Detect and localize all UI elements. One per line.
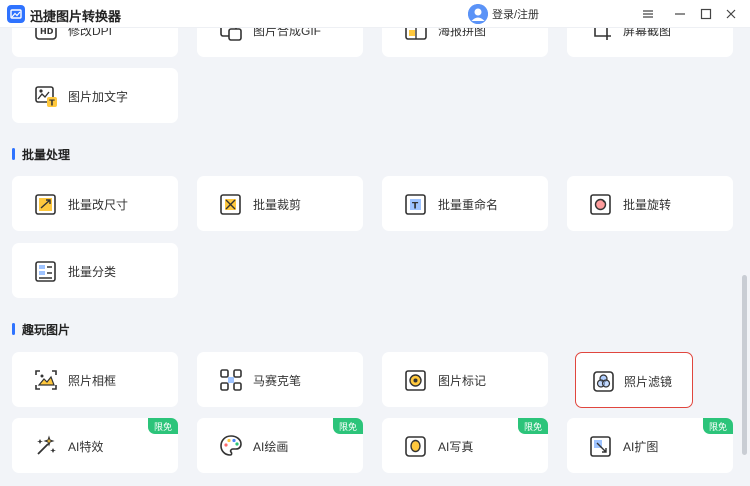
tool-card-label: 批量裁剪 [253,198,302,212]
portrait-icon [404,434,428,458]
tool-card-ai-effect[interactable]: AI特效 限免 [12,418,178,473]
expand-icon [589,434,613,458]
tool-card-ai-painting[interactable]: AI绘画 限免 [197,418,363,473]
menu-icon[interactable] [639,5,657,23]
maximize-icon[interactable] [697,5,715,23]
tool-card-ai-expand[interactable]: AI扩图 限免 [567,418,733,473]
free-badge: 限免 [518,418,548,434]
tool-card-label: 马赛克笔 [253,374,302,388]
tool-card-label: 批量分类 [68,265,117,279]
section-title-fun: 趣玩图片 [12,321,70,338]
tool-card-label: AI扩图 [623,440,659,454]
tool-card-modify-dpi[interactable]: HD 修改DPI [12,28,178,57]
tool-card-label: 照片相框 [68,374,117,388]
main-content: HD 修改DPI 图片合成GIF 海报拼图 屏幕截图 T 图片加文字 批量处理 … [0,28,738,486]
tool-card-label: 照片滤镜 [624,375,673,389]
tool-card-label: 图片加文字 [68,90,129,104]
tool-card-label: AI特效 [68,440,104,454]
tool-card-label: AI写真 [438,440,474,454]
classify-icon [34,259,58,283]
sparkle-icon [34,434,58,458]
svg-text:HD: HD [40,28,54,36]
svg-text:T: T [49,99,55,108]
svg-text:T: T [412,202,419,212]
rename-icon: T [404,192,428,216]
resize-icon [34,192,58,216]
rotate-icon [589,192,613,216]
filter-icon [592,369,616,393]
tool-card-label: 图片标记 [438,374,487,388]
crop-icon [219,192,243,216]
tool-card-batch-rename[interactable]: T 批量重命名 [382,176,548,231]
title-bar: 迅捷图片转换器 登录/注册 [0,0,750,28]
screenshot-icon [589,28,613,42]
tool-card-batch-crop[interactable]: 批量裁剪 [197,176,363,231]
tool-card-photo-frame[interactable]: 照片相框 [12,352,178,407]
tool-card-label: 海报拼图 [438,28,487,38]
app-logo-icon [7,5,25,23]
tool-card-add-text[interactable]: T 图片加文字 [12,68,178,123]
frame-icon [34,368,58,392]
tool-card-image-mark[interactable]: 图片标记 [382,352,548,407]
tool-card-ai-portrait[interactable]: AI写真 限免 [382,418,548,473]
section-title-batch: 批量处理 [12,146,70,163]
tool-card-screenshot[interactable]: 屏幕截图 [567,28,733,57]
scrollbar-thumb[interactable] [742,275,747,455]
tool-card-label: 修改DPI [68,28,113,38]
tool-card-label: AI绘画 [253,440,289,454]
tool-card-label: 图片合成GIF [253,28,321,38]
tool-card-label: 屏幕截图 [623,28,672,38]
hd-icon: HD [34,28,58,42]
mark-icon [404,368,428,392]
login-button[interactable]: 登录/注册 [468,4,539,24]
minimize-icon[interactable] [671,5,689,23]
mosaic-icon [219,368,243,392]
tool-card-mosaic-pen[interactable]: 马赛克笔 [197,352,363,407]
free-badge: 限免 [148,418,178,434]
tool-card-gif[interactable]: 图片合成GIF [197,28,363,57]
avatar-icon [468,4,488,24]
free-badge: 限免 [703,418,733,434]
gif-icon [219,28,243,42]
image-text-icon: T [34,84,58,108]
collage-icon [404,28,428,42]
tool-card-batch-classify[interactable]: 批量分类 [12,243,178,298]
tool-card-label: 批量改尺寸 [68,198,129,212]
palette-icon [219,434,243,458]
login-label: 登录/注册 [492,9,540,21]
tool-card-label: 批量重命名 [438,198,499,212]
tool-card-photo-filter[interactable]: 照片滤镜 [575,352,693,408]
close-icon[interactable] [722,5,740,23]
tool-card-batch-rotate[interactable]: 批量旋转 [567,176,733,231]
free-badge: 限免 [333,418,363,434]
tool-card-poster-collage[interactable]: 海报拼图 [382,28,548,57]
tool-card-label: 批量旋转 [623,198,672,212]
tool-card-batch-resize[interactable]: 批量改尺寸 [12,176,178,231]
app-title: 迅捷图片转换器 [30,9,122,24]
